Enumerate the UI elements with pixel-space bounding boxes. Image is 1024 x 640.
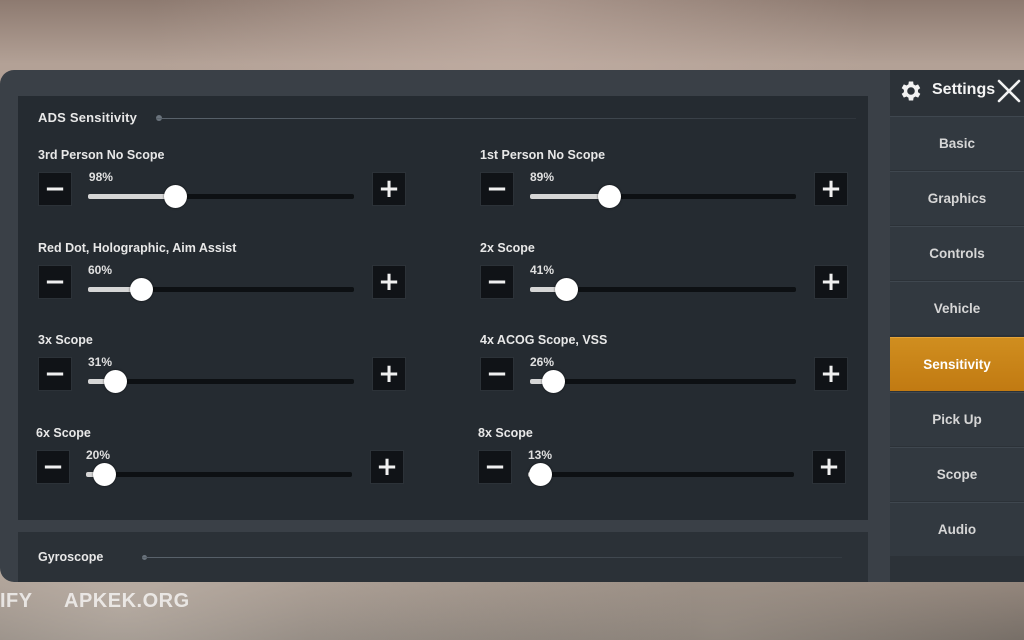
value-label: 26% <box>530 355 555 369</box>
settings-sidebar: Settings Basic Graphics Controls Vehicle… <box>890 70 1024 582</box>
setting-label: 1st Person No Scope <box>480 148 606 162</box>
value-label: 31% <box>88 355 113 369</box>
gyroscope-section[interactable]: Gyroscope <box>18 532 868 582</box>
slider-thumb[interactable] <box>528 463 552 486</box>
gear-icon <box>901 81 921 101</box>
setting-label: 3rd Person No Scope <box>38 148 165 162</box>
section-title: ADS Sensitivity <box>38 110 138 125</box>
setting-2x-scope: 2x Scope − 41% + <box>480 241 850 321</box>
sensitivity-slider[interactable] <box>88 185 354 208</box>
section-title: Gyroscope <box>38 550 104 564</box>
slider-thumb[interactable] <box>104 370 128 393</box>
sidebar-item-audio[interactable]: Audio <box>890 502 1024 556</box>
increase-button[interactable]: + <box>814 265 848 299</box>
sidebar-item-scope[interactable]: Scope <box>890 447 1024 501</box>
value-label: 89% <box>530 170 555 184</box>
slider-thumb[interactable] <box>542 370 566 393</box>
value-label: 13% <box>528 448 553 462</box>
sensitivity-slider[interactable] <box>530 278 796 301</box>
sensitivity-slider[interactable] <box>88 370 354 393</box>
slider-thumb[interactable] <box>163 185 187 208</box>
sidebar-item-graphics[interactable]: Graphics <box>890 171 1024 225</box>
setting-label: 8x Scope <box>478 426 533 440</box>
increase-button[interactable]: + <box>812 450 846 484</box>
setting-red-dot-holographic: Red Dot, Holographic, Aim Assist − 60% + <box>38 241 408 321</box>
setting-8x-scope: 8x Scope − 13% + <box>478 426 848 506</box>
setting-3rd-person-no-scope: 3rd Person No Scope − 98% + <box>38 148 408 228</box>
sidebar-item-vehicle[interactable]: Vehicle <box>890 281 1024 335</box>
decrease-button[interactable]: − <box>38 357 72 391</box>
sidebar-item-controls[interactable]: Controls <box>890 226 1024 280</box>
decrease-button[interactable]: − <box>480 265 514 299</box>
decrease-button[interactable]: − <box>36 450 70 484</box>
increase-button[interactable]: + <box>372 265 406 299</box>
slider-thumb[interactable] <box>92 463 116 486</box>
slider-thumb[interactable] <box>555 278 579 301</box>
setting-label: 4x ACOG Scope, VSS <box>480 333 608 347</box>
ads-sensitivity-section: ADS Sensitivity 3rd Person No Scope − 98… <box>18 96 868 520</box>
increase-button[interactable]: + <box>370 450 404 484</box>
sensitivity-slider[interactable] <box>530 185 796 208</box>
setting-4x-acog-scope: 4x ACOG Scope, VSS − 26% + <box>480 333 850 413</box>
section-divider <box>156 118 856 119</box>
increase-button[interactable]: + <box>814 172 848 206</box>
slider-thumb[interactable] <box>597 185 621 208</box>
sidebar-header: Settings <box>890 70 1024 112</box>
setting-label: Red Dot, Holographic, Aim Assist <box>38 241 237 255</box>
slider-fill <box>88 194 175 199</box>
watermark-right: APKEK.ORG <box>64 590 190 612</box>
close-icon[interactable] <box>996 78 1022 104</box>
settings-panel: ADS Sensitivity 3rd Person No Scope − 98… <box>0 70 1024 582</box>
decrease-button[interactable]: − <box>38 265 72 299</box>
value-label: 20% <box>86 448 111 462</box>
sidebar-item-sensitivity[interactable]: Sensitivity <box>890 337 1024 391</box>
setting-label: 3x Scope <box>38 333 93 347</box>
sensitivity-slider[interactable] <box>528 463 794 486</box>
decrease-button[interactable]: − <box>480 172 514 206</box>
setting-label: 2x Scope <box>480 241 535 255</box>
sensitivity-slider[interactable] <box>88 278 354 301</box>
settings-title: Settings <box>932 81 996 98</box>
decrease-button[interactable]: − <box>480 357 514 391</box>
sensitivity-slider[interactable] <box>530 370 796 393</box>
increase-button[interactable]: + <box>372 357 406 391</box>
increase-button[interactable]: + <box>814 357 848 391</box>
value-label: 98% <box>88 170 113 184</box>
decrease-button[interactable]: − <box>38 172 72 206</box>
setting-1st-person-no-scope: 1st Person No Scope − 89% + <box>480 148 850 228</box>
increase-button[interactable]: + <box>372 172 406 206</box>
sidebar-item-pick-up[interactable]: Pick Up <box>890 392 1024 446</box>
setting-3x-scope: 3x Scope − 31% + <box>38 333 408 413</box>
sidebar-item-basic[interactable]: Basic <box>890 116 1024 170</box>
section-divider <box>142 557 842 558</box>
value-label: 60% <box>88 263 113 277</box>
decrease-button[interactable]: − <box>478 450 512 484</box>
value-label: 41% <box>530 263 555 277</box>
sensitivity-slider[interactable] <box>86 463 352 486</box>
setting-6x-scope: 6x Scope − 20% + <box>36 426 406 506</box>
setting-label: 6x Scope <box>36 426 91 440</box>
watermark-left: IFY <box>0 590 33 612</box>
slider-thumb[interactable] <box>130 278 154 301</box>
